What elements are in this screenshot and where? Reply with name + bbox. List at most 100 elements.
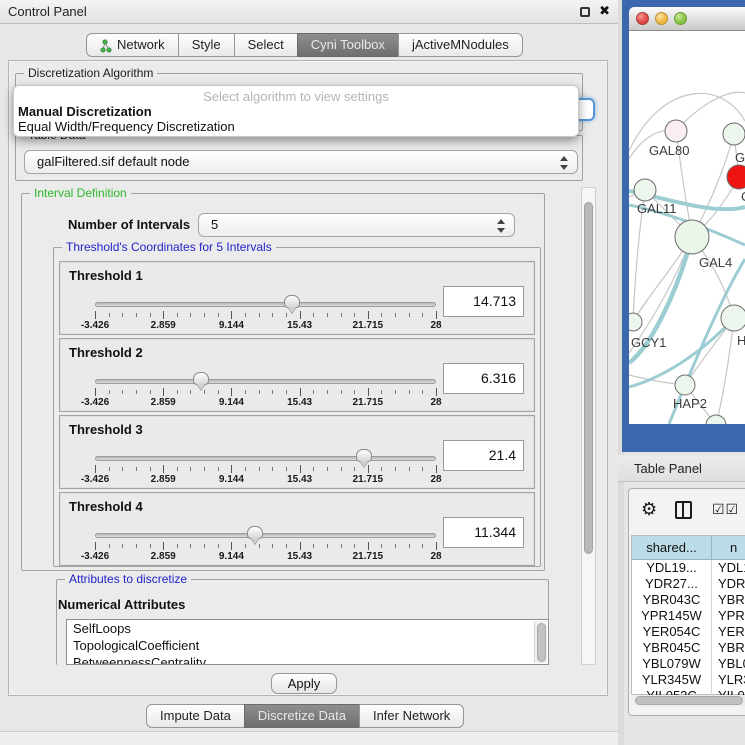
table-row[interactable]: YBR043CYBR0 (632, 592, 745, 608)
table-hscrollbar-thumb[interactable] (635, 696, 743, 705)
spinner-arrows-icon (497, 218, 505, 234)
panel-scrollbar-thumb[interactable] (584, 202, 593, 554)
network-node[interactable] (723, 123, 745, 145)
list-item[interactable]: SelfLoops (67, 620, 548, 637)
network-node[interactable] (721, 305, 745, 331)
tab-cyni-toolbox[interactable]: Cyni Toolbox (297, 33, 399, 57)
network-canvas[interactable]: GAL80GACGAL11GAL4GCY1HHAP2 (629, 31, 745, 424)
network-node[interactable] (634, 179, 656, 201)
threshold-value-field[interactable]: 6.316 (443, 363, 524, 394)
panel-title: Control Panel (8, 4, 87, 19)
tab-infer-network[interactable]: Infer Network (359, 704, 464, 728)
table-hscrollbar[interactable] (633, 695, 745, 706)
table-row[interactable]: YLR345WYLR3 (632, 672, 745, 688)
table-cell[interactable]: YBL079W (632, 656, 712, 672)
network-node[interactable] (675, 375, 695, 395)
node-label: GAL80 (649, 143, 689, 158)
panel-scrollbar[interactable] (581, 187, 596, 665)
table-cell[interactable]: YER0 (712, 624, 745, 640)
threshold-4-slider[interactable]: -3.4262.8599.14415.4321.71528 (89, 529, 442, 563)
slider-thumb[interactable] (247, 526, 263, 539)
table-data-combobox[interactable]: galFiltered.sif default node (24, 150, 578, 174)
split-columns-icon[interactable] (675, 501, 692, 519)
network-node[interactable] (727, 165, 745, 189)
slider-track[interactable] (95, 456, 436, 461)
zoom-traffic-light[interactable] (674, 12, 687, 25)
minimize-traffic-light[interactable] (655, 12, 668, 25)
table-cell[interactable]: YER054C (632, 624, 712, 640)
column-header-shared-name[interactable]: shared... (632, 536, 712, 560)
slider-thumb[interactable] (284, 295, 300, 308)
checkbox-icons[interactable]: ☑☑ (712, 501, 739, 518)
table-cell[interactable]: YDR2 (712, 576, 745, 592)
dropdown-item-equal-width-frequency[interactable]: Equal Width/Frequency Discretization (16, 119, 576, 134)
number-of-intervals-spinner[interactable]: 5 (198, 213, 515, 237)
threshold-3-slider[interactable]: -3.4262.8599.14415.4321.71528 (89, 452, 442, 486)
slider-tick-labels: -3.4262.8599.14415.4321.71528 (89, 474, 442, 486)
node-label: GA (735, 150, 745, 165)
tab-jactivemnodules[interactable]: jActiveMNodules (398, 33, 523, 57)
table-toolbar: ⚙ ☑☑ (629, 489, 745, 533)
numerical-attributes-list[interactable]: SelfLoopsTopologicalCoefficientBetweenne… (66, 619, 549, 665)
slider-track[interactable] (95, 533, 436, 538)
table-cell[interactable]: YBR045C (632, 640, 712, 656)
control-panel-window: Control Panel ✖ Network Style (0, 0, 618, 745)
table-panel-titlebar: Table Panel (618, 455, 745, 482)
network-icon (100, 38, 112, 52)
table-cell[interactable]: YBL0 (712, 656, 745, 672)
table-cell[interactable]: YPR1 (712, 608, 745, 624)
network-node[interactable] (629, 313, 642, 331)
slider-thumb[interactable] (193, 372, 209, 385)
list-item[interactable]: TopologicalCoefficient (67, 637, 548, 654)
threshold-value-field[interactable]: 21.4 (443, 440, 524, 471)
tab-label: Network (117, 34, 165, 56)
table-cell[interactable]: YDL1 (712, 560, 745, 576)
threshold-1-slider[interactable]: -3.4262.8599.14415.4321.71528 (89, 298, 442, 332)
network-node[interactable] (675, 220, 709, 254)
node-label: C (741, 189, 745, 204)
threshold-value-field[interactable]: 11.344 (443, 517, 524, 548)
table-cell[interactable]: YBR0 (712, 592, 745, 608)
threshold-2-panel: Threshold 2 -3.4262.8599.14415.4321.7152… (59, 338, 535, 412)
slider-thumb[interactable] (356, 449, 372, 462)
combo-value: galFiltered.sif default node (37, 154, 189, 169)
tab-select[interactable]: Select (234, 33, 298, 57)
table-cell[interactable]: YBR0 (712, 640, 745, 656)
close-traffic-light[interactable] (636, 12, 649, 25)
apply-button[interactable]: Apply (271, 673, 337, 694)
tab-discretize-data[interactable]: Discretize Data (244, 704, 360, 728)
list-scrollbar[interactable] (534, 621, 547, 663)
slider-tick-labels: -3.4262.8599.14415.4321.71528 (89, 397, 442, 409)
threshold-value-field[interactable]: 14.713 (443, 286, 524, 317)
tab-label: Discretize Data (258, 705, 346, 727)
slider-track[interactable] (95, 379, 436, 384)
settings-gear-icon[interactable]: ⚙ (641, 499, 657, 520)
table-cell[interactable]: YDL19... (632, 560, 712, 576)
column-header-name[interactable]: n (712, 536, 745, 560)
slider-track[interactable] (95, 302, 436, 307)
table-row[interactable]: YER054CYER0 (632, 624, 745, 640)
table-row[interactable]: YPR145WYPR1 (632, 608, 745, 624)
table-cell[interactable]: YDR27... (632, 576, 712, 592)
table-row[interactable]: YDL19...YDL1 (632, 560, 745, 576)
table-cell[interactable]: YBR043C (632, 592, 712, 608)
tab-label: Select (248, 34, 284, 56)
threshold-2-slider[interactable]: -3.4262.8599.14415.4321.71528 (89, 375, 442, 409)
list-scrollbar-thumb[interactable] (537, 623, 546, 662)
list-item[interactable]: BetweennessCentrality (67, 654, 548, 665)
table-row[interactable]: YBL079WYBL0 (632, 656, 745, 672)
tab-impute-data[interactable]: Impute Data (146, 704, 245, 728)
network-window-titlebar[interactable] (629, 7, 745, 31)
tab-network[interactable]: Network (86, 33, 179, 57)
close-icon[interactable]: ✖ (599, 3, 610, 19)
network-node[interactable] (665, 120, 687, 142)
table-row[interactable]: YBR045CYBR0 (632, 640, 745, 656)
table-cell[interactable]: YLR345W (632, 672, 712, 688)
table-cell[interactable]: YLR3 (712, 672, 745, 688)
table-row[interactable]: YDR27...YDR2 (632, 576, 745, 592)
table-cell[interactable]: YPR145W (632, 608, 712, 624)
network-graph[interactable]: GAL80GACGAL11GAL4GCY1HHAP2 (629, 31, 745, 424)
dropdown-item-manual-discretization[interactable]: Manual Discretization (16, 104, 576, 119)
float-window-icon[interactable] (580, 7, 590, 17)
tab-style[interactable]: Style (178, 33, 235, 57)
